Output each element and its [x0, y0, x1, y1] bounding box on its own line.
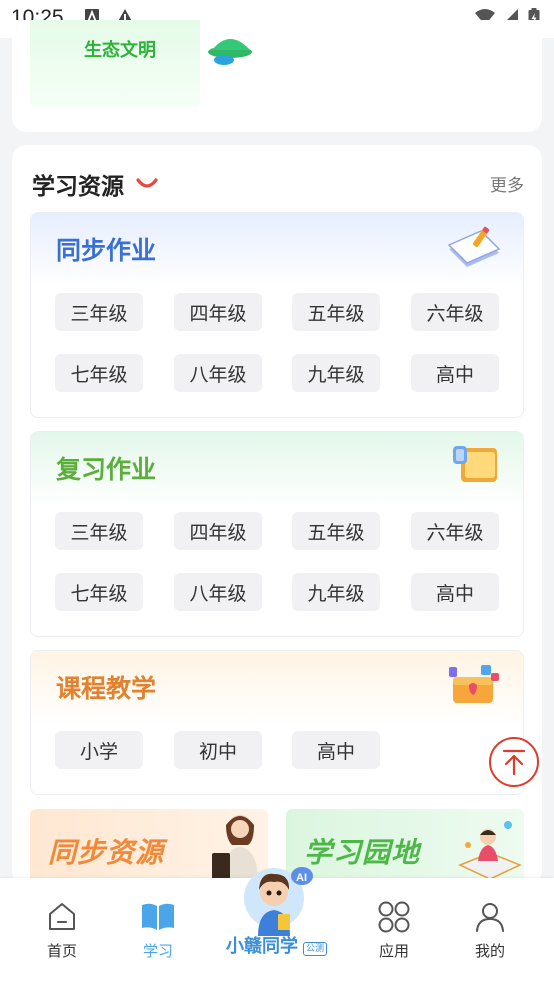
grade-chip[interactable]: 四年级	[174, 512, 262, 550]
learning-resources-card: 学习资源 更多 同步作业 三年级 四年级 五年级 六年级 七年级 八年级 九年级…	[12, 145, 542, 885]
gift-box-icon	[447, 663, 501, 711]
apps-grid-icon	[377, 900, 411, 938]
grade-chip[interactable]: 四年级	[174, 293, 262, 331]
more-link[interactable]: 更多	[490, 171, 524, 196]
tab-label: 学习	[142, 942, 173, 960]
smile-icon	[136, 175, 158, 194]
open-book-icon	[140, 900, 176, 936]
tab-label: 首页	[46, 942, 77, 960]
tab-xiaogan-assistant[interactable]: AI 小赣同学 公测	[220, 862, 340, 982]
level-chip[interactable]: 小学	[55, 731, 143, 769]
tab-study[interactable]: 学习	[118, 878, 198, 978]
user-icon	[474, 900, 506, 936]
ecological-civilization-tile[interactable]: 生态文明	[30, 20, 252, 108]
tab-home[interactable]: 首页	[22, 878, 102, 978]
back-to-top-button[interactable]	[489, 737, 539, 787]
beta-badge: 公测	[303, 942, 328, 956]
tab-label: 应用	[378, 942, 409, 960]
level-chip[interactable]: 初中	[174, 731, 262, 769]
panel-title: 课程教学	[56, 674, 157, 703]
panel-title: 复习作业	[56, 455, 157, 484]
grade-chip[interactable]: 六年级	[411, 293, 499, 331]
bottom-tab-bar: 首页 学习 AI 小赣同学 公测 应用 我的	[0, 867, 554, 984]
level-chip[interactable]: 高中	[292, 731, 380, 769]
grade-chip[interactable]: 九年级	[292, 354, 380, 392]
grade-chip[interactable]: 五年级	[292, 293, 380, 331]
top-category-card: 生态文明	[12, 20, 542, 132]
tab-label: 我的	[474, 942, 505, 960]
folder-icon	[451, 444, 501, 492]
grade-chip[interactable]: 八年级	[174, 573, 262, 611]
home-icon	[46, 900, 78, 936]
review-homework-panel: 复习作业 三年级 四年级 五年级 六年级 七年级 八年级 九年级 高中	[30, 431, 524, 637]
ai-assistant-avatar-icon: AI	[240, 862, 313, 936]
arrow-up-icon	[502, 749, 526, 776]
grade-chip[interactable]: 三年级	[55, 512, 143, 550]
grade-chip[interactable]: 三年级	[55, 293, 143, 331]
leaf-illustration-icon	[208, 39, 252, 65]
grade-chip[interactable]: 五年级	[292, 512, 380, 550]
grade-chip[interactable]: 高中	[411, 354, 499, 392]
reading-child-illustration-icon	[458, 821, 522, 880]
grade-chip[interactable]: 九年级	[292, 573, 380, 611]
course-teaching-panel: 课程教学 小学 初中 高中	[30, 650, 524, 795]
tab-profile[interactable]: 我的	[450, 878, 530, 978]
svg-text:AI: AI	[296, 872, 307, 884]
grade-chip[interactable]: 高中	[411, 573, 499, 611]
assistant-label: 小赣同学	[226, 936, 298, 957]
banner-title: 同步资源	[48, 836, 165, 869]
grade-chip[interactable]: 六年级	[411, 512, 499, 550]
grade-chip[interactable]: 七年级	[55, 354, 143, 392]
sync-homework-panel: 同步作业 三年级 四年级 五年级 六年级 七年级 八年级 九年级 高中	[30, 212, 524, 418]
book-pencil-icon	[445, 225, 501, 273]
tile-label: 生态文明	[84, 40, 156, 61]
tab-apps[interactable]: 应用	[354, 878, 434, 978]
panel-title: 同步作业	[56, 236, 157, 265]
section-title: 学习资源	[32, 174, 124, 200]
grade-chip[interactable]: 七年级	[55, 573, 143, 611]
grade-chip[interactable]: 八年级	[174, 354, 262, 392]
